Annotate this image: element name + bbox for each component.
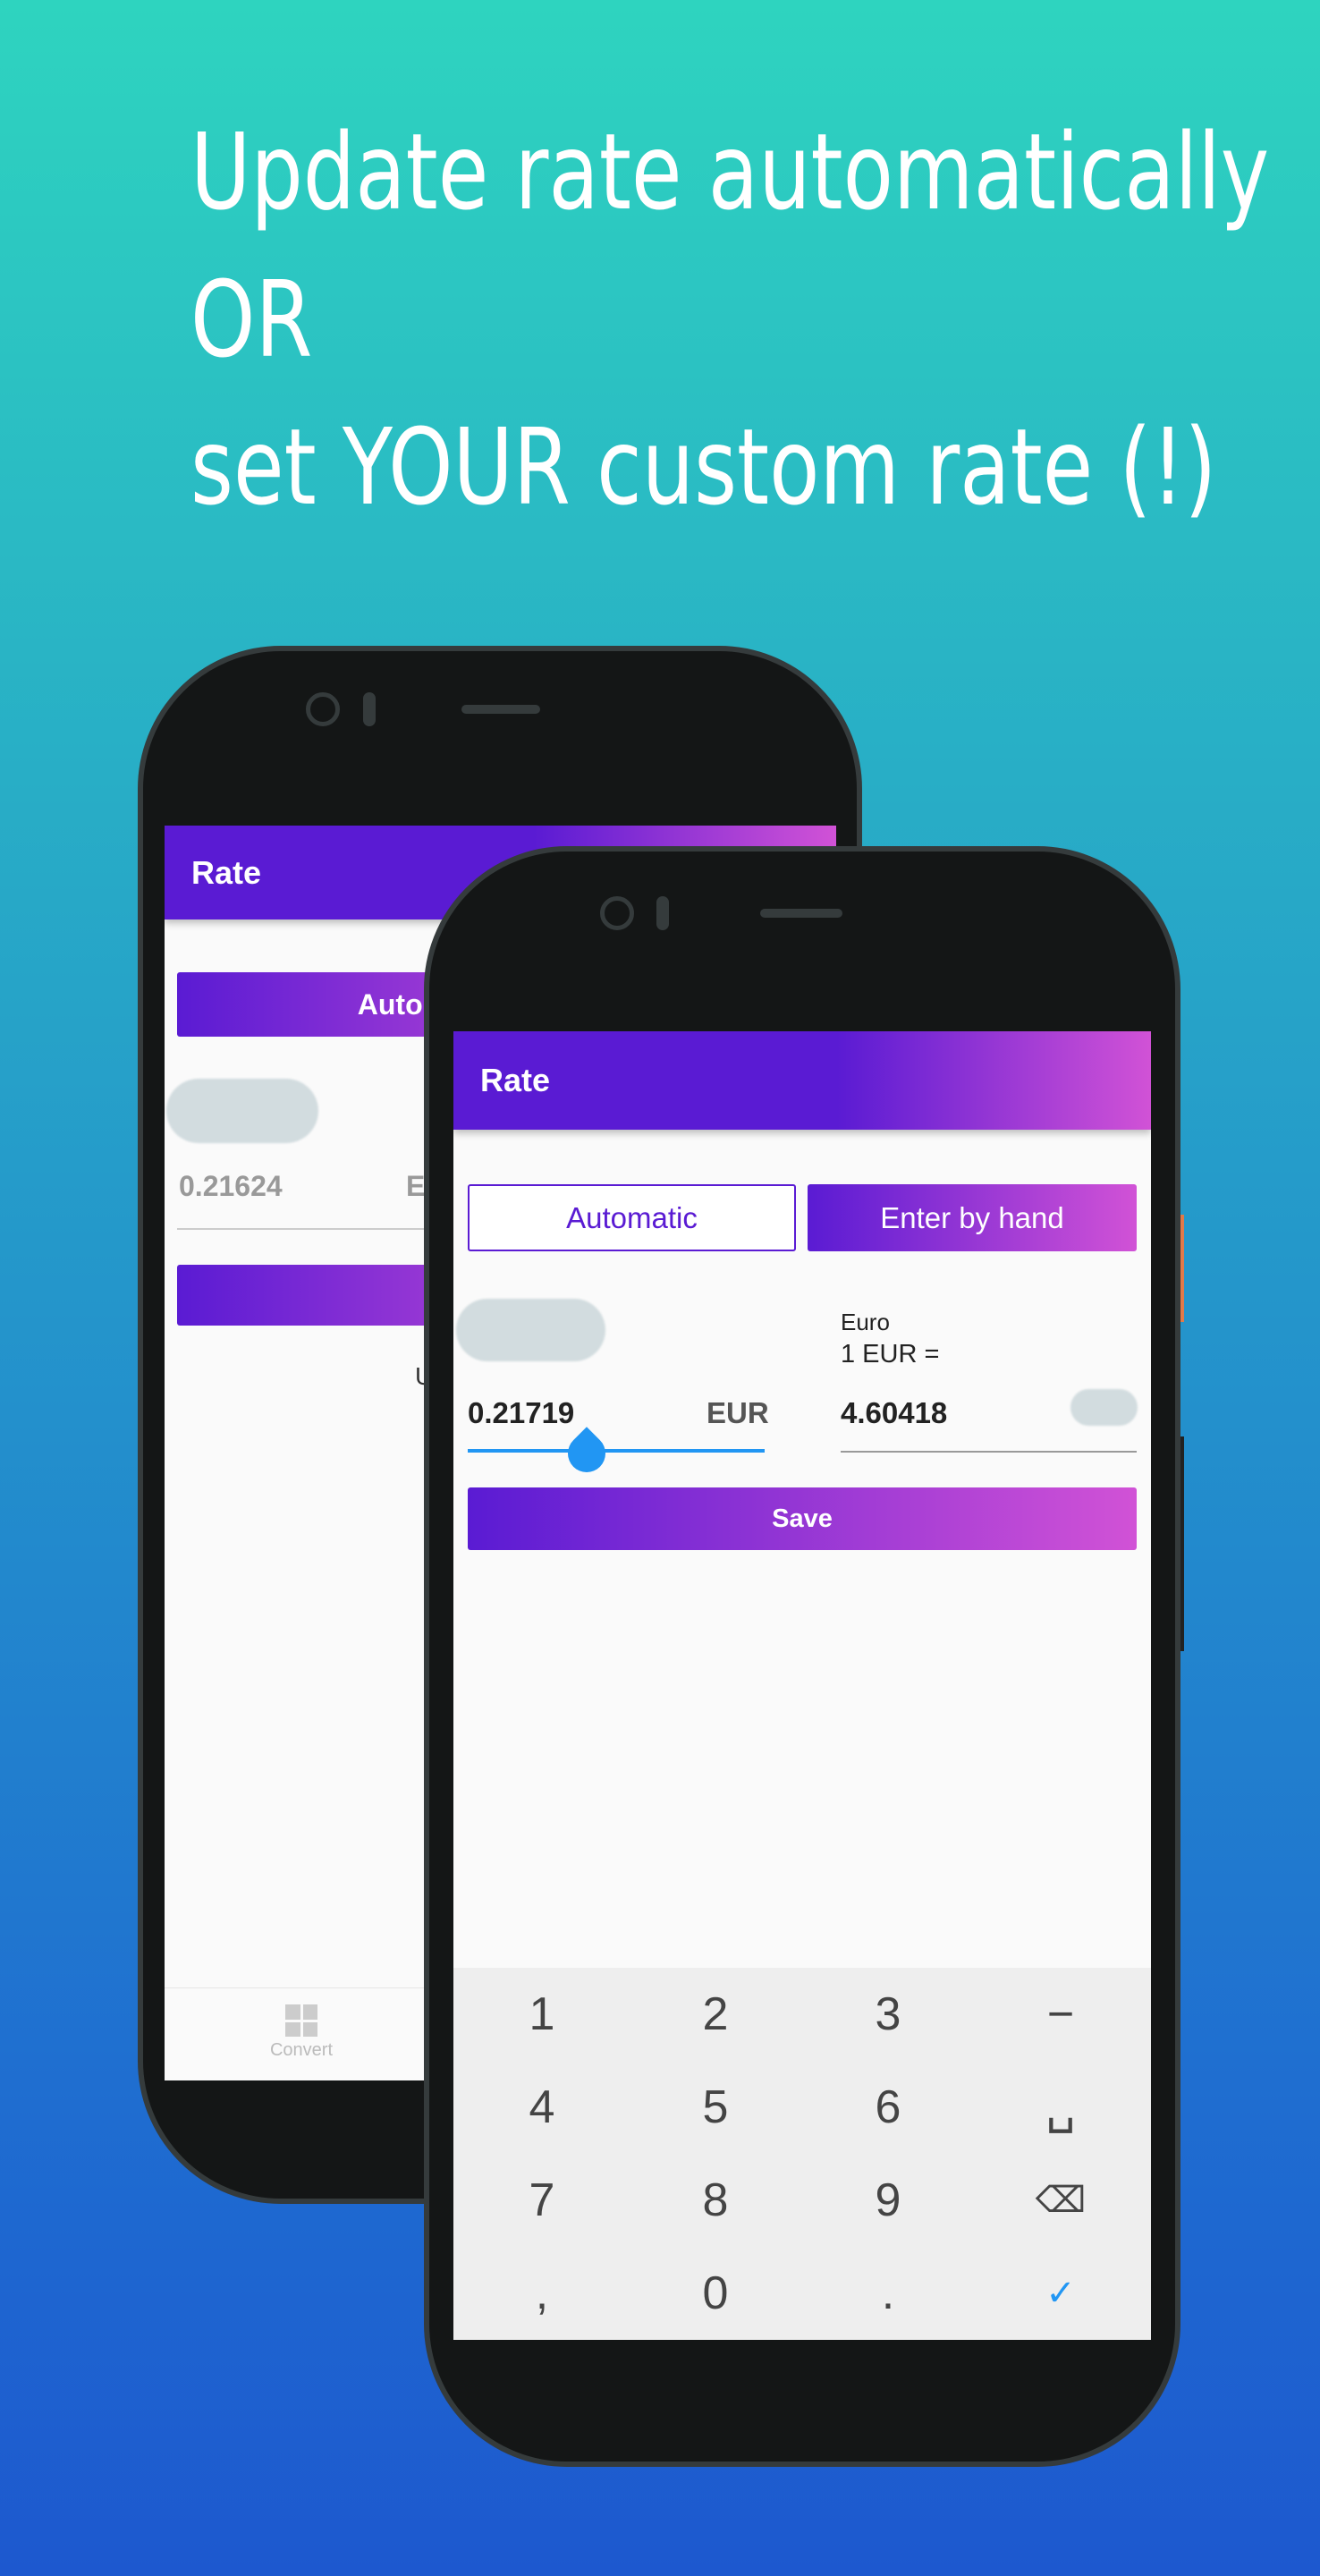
currency-code: E: [406, 1170, 426, 1202]
cursor-handle[interactable]: [560, 1427, 613, 1480]
key-comma[interactable]: ,: [455, 2247, 629, 2340]
camera-icon: [600, 896, 634, 930]
front-screen: Rate Automatic Enter by hand Euro 1 EUR …: [453, 1031, 1151, 2340]
rate-input[interactable]: 0.21719: [468, 1396, 574, 1430]
front-phone: Rate Automatic Enter by hand Euro 1 EUR …: [424, 846, 1180, 2467]
key-0[interactable]: 0: [629, 2247, 802, 2340]
save-button[interactable]: Save: [468, 1487, 1137, 1550]
key-8[interactable]: 8: [629, 2154, 802, 2247]
checkmark-icon[interactable]: ✓: [974, 2247, 1147, 2340]
automatic-label: Automatic: [566, 1200, 698, 1234]
key-2[interactable]: 2: [629, 1968, 802, 2061]
backspace-icon[interactable]: ⌫: [974, 2154, 1147, 2247]
headline-line-2: OR: [190, 258, 313, 381]
speaker-grille: [461, 705, 540, 714]
speaker-grille: [760, 909, 842, 918]
key-1[interactable]: 1: [455, 1968, 629, 2061]
currency-name: Euro: [841, 1309, 890, 1335]
rate-equation: 1 EUR =: [841, 1340, 940, 1368]
key-6[interactable]: 6: [801, 2061, 975, 2154]
key-3[interactable]: 3: [801, 1968, 975, 2061]
enter-by-hand-button[interactable]: Enter by hand: [808, 1184, 1137, 1251]
headline: Update rate automatically OR set YOUR cu…: [190, 98, 1269, 541]
app-bar-title: Rate: [191, 853, 262, 891]
headline-line-3: set YOUR custom rate (!): [190, 405, 1217, 529]
app-bar: Rate: [453, 1031, 1151, 1130]
key-period[interactable]: .: [801, 2247, 975, 2340]
inverse-rate-input[interactable]: 4.60418: [841, 1396, 947, 1430]
currency-flag-placeholder: [456, 1299, 605, 1361]
enter-by-hand-label: Enter by hand: [880, 1200, 1064, 1234]
app-bar-title: Rate: [480, 1062, 551, 1098]
camera-icon: [306, 692, 340, 726]
sensor-icon: [656, 896, 669, 930]
calculator-icon: [285, 2004, 317, 2037]
sensor-icon: [363, 692, 376, 726]
inverse-underline: [841, 1451, 1137, 1453]
save-label: Save: [772, 1504, 833, 1533]
numeric-keyboard: 1 2 3 − 4 5 6 ␣ 7 8 9 ⌫ , 0 . ✓: [453, 1968, 1151, 2340]
automatic-button[interactable]: Automatic: [468, 1184, 796, 1251]
key-4[interactable]: 4: [455, 2061, 629, 2154]
currency-flag-small-placeholder: [1070, 1389, 1138, 1426]
input-underline-focused: [468, 1449, 765, 1453]
nav-label-convert: Convert: [269, 2040, 334, 2060]
key-5[interactable]: 5: [629, 2061, 802, 2154]
space-key-icon[interactable]: ␣: [974, 2061, 1147, 2154]
nav-item-convert[interactable]: Convert: [212, 2004, 391, 2061]
currency-flag-placeholder: [166, 1079, 318, 1143]
rate-currency: EUR: [707, 1396, 769, 1429]
key-7[interactable]: 7: [455, 2154, 629, 2247]
headline-line-1: Update rate automatically: [190, 110, 1270, 233]
key-minus[interactable]: −: [974, 1968, 1147, 2061]
rate-value: 0.21624: [179, 1170, 283, 1202]
key-9[interactable]: 9: [801, 2154, 975, 2247]
